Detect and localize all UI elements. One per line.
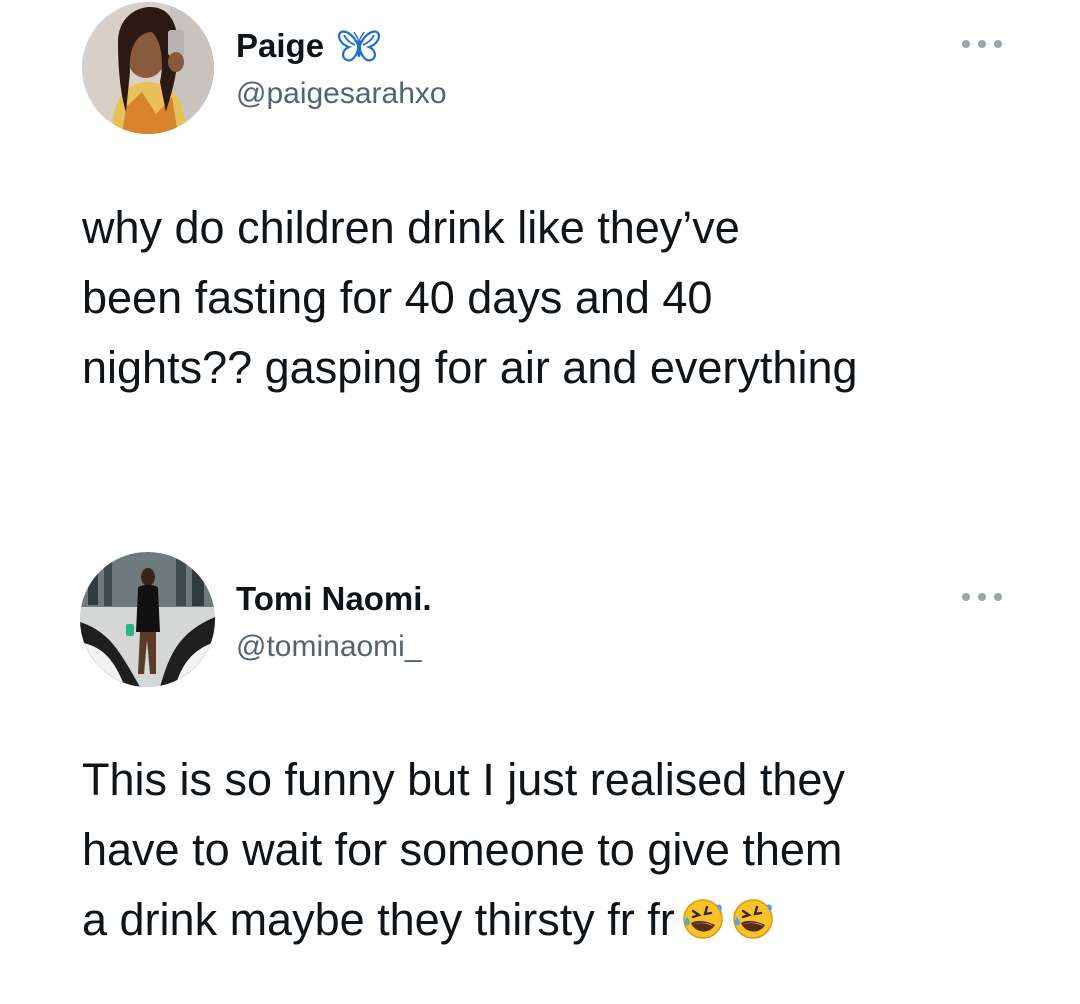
display-name[interactable]: Tomi Naomi. bbox=[236, 579, 432, 619]
more-options-icon[interactable] bbox=[962, 37, 1002, 51]
tweet-text: why do children drink like they’ve been … bbox=[82, 193, 1032, 403]
avatar[interactable] bbox=[80, 552, 215, 687]
rolling-on-floor-laughing-icon bbox=[681, 897, 725, 941]
butterfly-icon bbox=[337, 29, 381, 63]
tweet-card: Tomi Naomi. @tominaomi_ This is so funny… bbox=[0, 545, 1080, 1004]
tweet-text-line-last: a drink maybe they thirsty fr fr bbox=[82, 885, 1032, 955]
handle[interactable]: @paigesarahxo bbox=[236, 74, 447, 114]
avatar-photo bbox=[82, 2, 214, 134]
tweet-text-line: have to wait for someone to give them bbox=[82, 824, 843, 875]
tweet-text-line: why do children drink like they’ve bbox=[82, 202, 740, 253]
tweet-text-line: been fasting for 40 days and 40 bbox=[82, 272, 713, 323]
tweet-text-line: a drink maybe they thirsty fr fr bbox=[82, 894, 675, 945]
tweet-card: Paige @paigesarahxo why do children drin… bbox=[0, 0, 1080, 480]
tweet-text-line: nights?? gasping for air and everything bbox=[82, 342, 858, 393]
author-info: Paige @paigesarahxo bbox=[236, 26, 447, 114]
avatar-photo bbox=[80, 552, 215, 687]
more-options-icon[interactable] bbox=[962, 590, 1002, 604]
avatar[interactable] bbox=[82, 2, 214, 134]
tweet-text: This is so funny but I just realised the… bbox=[82, 745, 1032, 955]
author-info: Tomi Naomi. @tominaomi_ bbox=[236, 579, 432, 667]
tweet-text-line: This is so funny but I just realised the… bbox=[82, 754, 845, 805]
display-name[interactable]: Paige bbox=[236, 26, 324, 66]
rolling-on-floor-laughing-icon bbox=[731, 897, 775, 941]
handle[interactable]: @tominaomi_ bbox=[236, 627, 432, 667]
